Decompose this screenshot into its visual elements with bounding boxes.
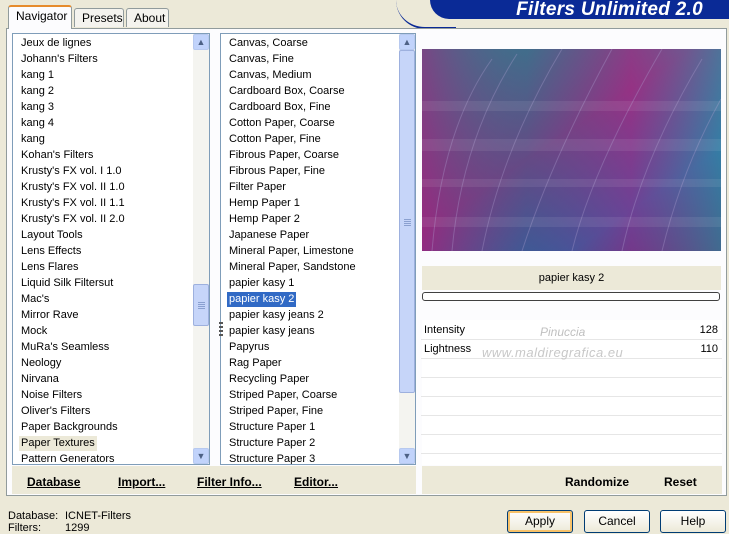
category-list-item[interactable]: Nirvana (19, 372, 61, 387)
filter-list[interactable]: Canvas, Coarse Canvas, Fine Canvas, Medium… (220, 33, 416, 465)
filter-scrollbar[interactable]: ▲ ▼ (399, 34, 415, 464)
category-list-item[interactable]: kang 1 (19, 68, 56, 83)
filter-list-item[interactable]: Structure Paper 2 (227, 436, 317, 451)
status-database-label: Database: (8, 510, 59, 522)
import-button[interactable]: Import... (118, 475, 165, 489)
category-list-item[interactable]: Kohan's Filters (19, 148, 95, 163)
category-list-item[interactable]: Mock (19, 324, 49, 339)
help-button[interactable]: Help (660, 510, 726, 533)
category-list-item[interactable]: Layout Tools (19, 228, 85, 243)
filter-list-item[interactable]: Hemp Paper 1 (227, 196, 302, 211)
scroll-up-icon[interactable]: ▲ (399, 34, 415, 50)
tab-navigator[interactable]: Navigator (8, 5, 72, 29)
filter-list-item[interactable]: Mineral Paper, Limestone (227, 244, 356, 259)
category-list-item[interactable]: Neology (19, 356, 63, 371)
category-list-item[interactable]: Noise Filters (19, 388, 84, 403)
param-empty (421, 379, 722, 397)
filter-list-item[interactable]: Recycling Paper (227, 372, 311, 387)
tab-label: Presets (82, 11, 123, 25)
filter-list-item[interactable]: Fibrous Paper, Fine (227, 164, 327, 179)
watermark-line1: Pinuccia (540, 325, 586, 339)
filter-list-item[interactable]: Hemp Paper 2 (227, 212, 302, 227)
category-list-item[interactable]: Mac's (19, 292, 51, 307)
param-empty (421, 417, 722, 435)
tab-label: About (134, 11, 166, 25)
category-list-item[interactable]: Johann's Filters (19, 52, 100, 67)
category-list-item[interactable]: Pattern Generators (19, 452, 117, 464)
tab-about[interactable]: About (126, 8, 169, 27)
filter-list-item[interactable]: Canvas, Fine (227, 52, 296, 67)
param-value: 110 (700, 343, 718, 355)
preview-image (422, 49, 721, 251)
param-name: Lightness (424, 343, 472, 355)
category-scrollbar[interactable]: ▲ ▼ (193, 34, 209, 464)
tab-presets[interactable]: Presets (74, 8, 124, 27)
param-name: Intensity (424, 324, 465, 336)
category-list-item[interactable]: MuRa's Seamless (19, 340, 111, 355)
filter-name-label: papier kasy 2 (538, 272, 605, 284)
status-filters-label: Filters: (8, 522, 41, 534)
status-filters-value: 1299 (65, 522, 90, 534)
randomize-button[interactable]: Randomize (565, 475, 629, 489)
filter-list-item[interactable]: Striped Paper, Coarse (227, 388, 339, 403)
filter-list-item[interactable]: Cotton Paper, Fine (227, 132, 323, 147)
filter-list-item[interactable]: Canvas, Coarse (227, 36, 310, 51)
reset-button[interactable]: Reset (664, 475, 697, 489)
filter-list-item[interactable]: Structure Paper 1 (227, 420, 317, 435)
category-list-item[interactable]: Krusty's FX vol. II 1.1 (19, 196, 127, 211)
category-list-item[interactable]: Lens Effects (19, 244, 83, 259)
filter-list-item[interactable]: Cotton Paper, Coarse (227, 116, 337, 131)
category-list-item[interactable]: kang 4 (19, 116, 56, 131)
filter-list-item[interactable]: papier kasy jeans (227, 324, 317, 339)
category-list-item[interactable]: kang 3 (19, 100, 56, 115)
watermark-line2: www.maldiregrafica.eu (482, 345, 624, 360)
scroll-down-icon[interactable]: ▼ (399, 448, 415, 464)
category-list-item[interactable]: kang (19, 132, 47, 147)
category-list-item[interactable]: Krusty's FX vol. II 1.0 (19, 180, 127, 195)
filter-list-item[interactable]: Japanese Paper (227, 228, 311, 243)
database-button[interactable]: Database (27, 475, 80, 489)
filter-list-item[interactable]: papier kasy 1 (227, 276, 296, 291)
category-list-item[interactable]: Krusty's FX vol. II 2.0 (19, 212, 127, 227)
app-title: Filters Unlimited 2.0 (430, 0, 729, 19)
category-list-item[interactable]: Oliver's Filters (19, 404, 92, 419)
category-list-item[interactable]: Jeux de lignes (19, 36, 93, 51)
filter-list-item[interactable]: Striped Paper, Fine (227, 404, 325, 419)
filter-list-item[interactable]: Papyrus (227, 340, 271, 355)
filter-list-item[interactable]: papier kasy 2 (227, 292, 297, 307)
filter-list-item[interactable]: Canvas, Medium (227, 68, 314, 83)
scroll-up-icon[interactable]: ▲ (193, 34, 209, 50)
editor-button[interactable]: Editor... (294, 475, 338, 489)
category-list-item[interactable]: kang 2 (19, 84, 56, 99)
category-list-item[interactable]: Paper Textures (19, 436, 97, 451)
filter-list-item[interactable]: Rag Paper (227, 356, 284, 371)
apply-button[interactable]: Apply (507, 510, 573, 533)
scroll-down-icon[interactable]: ▼ (193, 448, 209, 464)
cancel-button[interactable]: Cancel (584, 510, 650, 533)
filter-list-item[interactable]: Mineral Paper, Sandstone (227, 260, 358, 275)
category-scroll-thumb[interactable] (193, 284, 209, 326)
filter-list-item[interactable]: Filter Paper (227, 180, 288, 195)
filter-info-button[interactable]: Filter Info... (197, 475, 262, 489)
progress-bar (422, 292, 720, 301)
category-list[interactable]: Jeux de lignes Johann's Filters kang 1 kang… (12, 33, 210, 465)
category-list-item[interactable]: Paper Backgrounds (19, 420, 120, 435)
filter-list-item[interactable]: Cardboard Box, Coarse (227, 84, 347, 99)
filter-list-item[interactable]: papier kasy jeans 2 (227, 308, 326, 323)
param-empty (421, 398, 722, 416)
param-value: 128 (699, 324, 718, 336)
filter-scroll-thumb[interactable] (399, 50, 415, 393)
category-list-item[interactable]: Lens Flares (19, 260, 80, 275)
filter-list-item[interactable]: Cardboard Box, Fine (227, 100, 333, 115)
param-empty (421, 360, 722, 378)
filter-list-item[interactable]: Fibrous Paper, Coarse (227, 148, 341, 163)
status-database-value: ICNET-Filters (65, 510, 131, 522)
category-list-item[interactable]: Liquid Silk Filtersut (19, 276, 115, 291)
drag-handle-icon[interactable] (219, 322, 223, 336)
tab-label: Navigator (16, 9, 68, 23)
category-list-item[interactable]: Mirror Rave (19, 308, 80, 323)
filter-list-item[interactable]: Structure Paper 3 (227, 452, 317, 464)
param-empty (421, 436, 722, 454)
category-list-item[interactable]: Krusty's FX vol. I 1.0 (19, 164, 124, 179)
